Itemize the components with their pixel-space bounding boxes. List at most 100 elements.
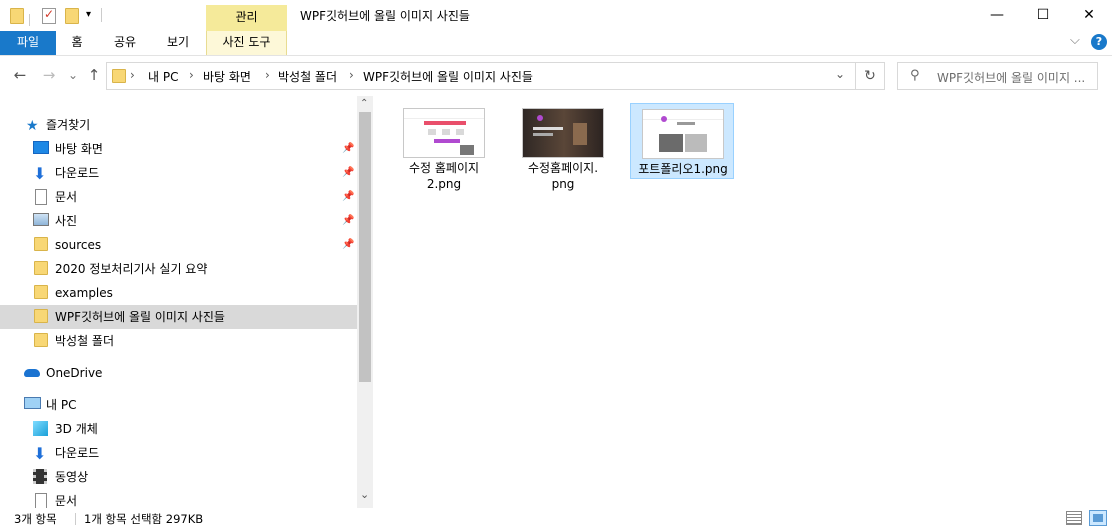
crumb-separator[interactable]: › bbox=[265, 68, 270, 82]
download-arrow-icon: ⬇ bbox=[33, 444, 47, 463]
nav-item-downloads[interactable]: ⬇ 다운로드 📌 bbox=[0, 161, 357, 185]
nav-item-pictures[interactable]: 사진 📌 bbox=[0, 209, 357, 233]
nav-label: 즐겨찾기 bbox=[46, 118, 91, 132]
divider bbox=[101, 8, 102, 22]
properties-icon[interactable]: ✓ bbox=[42, 7, 56, 24]
crumb-separator[interactable]: › bbox=[349, 68, 354, 82]
ribbon-tab-bar: 파일 홈 공유 보기 사진 도구 ⌵ ? bbox=[0, 31, 1112, 56]
folder-icon bbox=[34, 237, 48, 251]
image-thumbnail bbox=[403, 108, 485, 158]
film-icon bbox=[33, 469, 47, 484]
nav-label: 다운로드 bbox=[55, 166, 100, 180]
nav-item-exam-summary[interactable]: 2020 정보처리기사 실기 요약 bbox=[0, 257, 357, 281]
scrollbar-thumb[interactable] bbox=[359, 112, 371, 382]
details-view-icon[interactable] bbox=[1066, 511, 1082, 525]
forward-button[interactable]: → bbox=[40, 66, 58, 84]
folder-icon bbox=[34, 333, 48, 347]
expand-ribbon-icon[interactable]: ⌵ bbox=[1070, 33, 1080, 48]
pin-icon[interactable]: 📌 bbox=[342, 185, 354, 209]
crumb-separator: › bbox=[130, 68, 135, 82]
tab-share[interactable]: 공유 bbox=[103, 31, 147, 55]
status-bar: 3개 항목 1개 항목 선택함 297KB bbox=[0, 508, 1112, 530]
crumb-park-folder[interactable]: 박성철 폴더 bbox=[278, 68, 337, 85]
address-row: ← → ⌄ ↑ › 내 PC › 바탕 화면 › 박성철 폴더 › WPF깃허브… bbox=[0, 56, 1112, 96]
nav-label: 2020 정보처리기사 실기 요약 bbox=[55, 262, 208, 276]
back-button[interactable]: ← bbox=[11, 66, 29, 84]
crumb-current-folder[interactable]: WPF깃허브에 올릴 이미지 사진들 bbox=[363, 68, 533, 85]
up-button[interactable]: ↑ bbox=[85, 66, 103, 84]
refresh-button[interactable]: ↻ bbox=[855, 62, 885, 90]
desktop-icon bbox=[33, 141, 49, 154]
nav-label: sources bbox=[55, 238, 102, 252]
nav-label: OneDrive bbox=[46, 366, 103, 380]
image-thumbnail bbox=[642, 109, 724, 159]
nav-label: 문서 bbox=[55, 494, 78, 508]
nav-item-videos[interactable]: 동영상 bbox=[0, 465, 357, 489]
customize-quick-access-icon[interactable]: ▾ bbox=[86, 9, 91, 20]
cloud-icon bbox=[24, 369, 40, 377]
crumb-desktop[interactable]: 바탕 화면 bbox=[203, 68, 251, 85]
nav-label: 다운로드 bbox=[55, 446, 100, 460]
pin-icon[interactable]: 📌 bbox=[342, 137, 354, 161]
window-title: WPF깃허브에 올릴 이미지 사진들 bbox=[300, 9, 470, 23]
scroll-up-button[interactable]: ⌃ bbox=[360, 98, 368, 109]
image-thumbnail bbox=[522, 108, 604, 158]
search-placeholder: WPF깃허브에 올릴 이미지 ... bbox=[937, 71, 1086, 85]
context-tab-header: 관리 bbox=[206, 5, 287, 31]
nav-onedrive[interactable]: OneDrive bbox=[0, 361, 357, 385]
nav-item-3d-objects[interactable]: 3D 개체 bbox=[0, 417, 357, 441]
document-icon bbox=[35, 189, 47, 205]
nav-label: 박성철 폴더 bbox=[55, 334, 115, 348]
folder-icon bbox=[34, 285, 48, 299]
document-icon bbox=[35, 493, 47, 508]
new-folder-icon[interactable] bbox=[65, 8, 79, 24]
folder-icon bbox=[112, 69, 126, 83]
nav-item-current-folder[interactable]: WPF깃허브에 올릴 이미지 사진들 bbox=[0, 305, 357, 329]
pin-icon[interactable]: 📌 bbox=[342, 161, 354, 185]
crumb-separator[interactable]: › bbox=[189, 68, 194, 82]
nav-item-pc-documents[interactable]: 문서 bbox=[0, 489, 357, 508]
tab-picture-tools[interactable]: 사진 도구 bbox=[206, 31, 287, 55]
address-bar[interactable]: › 내 PC › 바탕 화면 › 박성철 폴더 › WPF깃허브에 올릴 이미지… bbox=[106, 62, 856, 90]
nav-item-sources[interactable]: sources 📌 bbox=[0, 233, 357, 257]
nav-label: 문서 bbox=[55, 190, 78, 204]
pin-icon[interactable]: 📌 bbox=[342, 233, 354, 257]
divider bbox=[29, 14, 30, 26]
computer-icon bbox=[24, 397, 41, 409]
nav-item-pc-downloads[interactable]: ⬇ 다운로드 bbox=[0, 441, 357, 465]
search-input[interactable]: ⚲ WPF깃허브에 올릴 이미지 ... bbox=[897, 62, 1098, 90]
recent-locations-button[interactable]: ⌄ bbox=[64, 66, 82, 84]
tab-view[interactable]: 보기 bbox=[156, 31, 200, 55]
folder-icon bbox=[34, 309, 48, 323]
nav-label: WPF깃허브에 올릴 이미지 사진들 bbox=[55, 310, 225, 324]
file-name: 수정홈페이지. png bbox=[527, 161, 599, 191]
title-bar: ✓ ▾ 관리 WPF깃허브에 올릴 이미지 사진들 — ☐ ✕ bbox=[0, 0, 1112, 31]
nav-item-documents[interactable]: 문서 📌 bbox=[0, 185, 357, 209]
nav-item-examples[interactable]: examples bbox=[0, 281, 357, 305]
address-dropdown-icon[interactable]: ⌄ bbox=[835, 67, 845, 81]
minimize-button[interactable]: — bbox=[974, 0, 1020, 31]
nav-label: 바탕 화면 bbox=[55, 142, 103, 156]
maximize-button[interactable]: ☐ bbox=[1020, 0, 1066, 31]
close-button[interactable]: ✕ bbox=[1066, 0, 1112, 31]
file-item[interactable]: 수정홈페이지. png bbox=[511, 103, 615, 195]
file-item-selected[interactable]: 포트폴리오1.png bbox=[630, 103, 734, 179]
nav-item-desktop[interactable]: 바탕 화면 📌 bbox=[0, 137, 357, 161]
navigation-pane: ★ 즐겨찾기 바탕 화면 📌 ⬇ 다운로드 📌 문서 📌 사진 📌 source… bbox=[0, 96, 373, 508]
tab-home[interactable]: 홈 bbox=[60, 31, 94, 55]
large-icons-view-icon[interactable] bbox=[1089, 510, 1107, 526]
nav-this-pc[interactable]: 내 PC bbox=[0, 393, 357, 417]
pin-icon[interactable]: 📌 bbox=[342, 209, 354, 233]
file-item[interactable]: 수정 홈페이지 2.png bbox=[392, 103, 496, 195]
file-name: 포트폴리오1.png bbox=[638, 162, 728, 176]
tab-file[interactable]: 파일 bbox=[0, 31, 56, 55]
scroll-down-button[interactable]: ⌄ bbox=[360, 488, 369, 501]
divider bbox=[75, 513, 76, 525]
pictures-icon bbox=[33, 213, 49, 226]
nav-item-park-folder[interactable]: 박성철 폴더 bbox=[0, 329, 357, 353]
help-icon[interactable]: ? bbox=[1091, 34, 1107, 50]
nav-quick-access[interactable]: ★ 즐겨찾기 bbox=[0, 113, 357, 137]
cube-icon bbox=[33, 421, 48, 436]
crumb-this-pc[interactable]: 내 PC bbox=[148, 68, 178, 85]
nav-label: 3D 개체 bbox=[55, 422, 98, 436]
